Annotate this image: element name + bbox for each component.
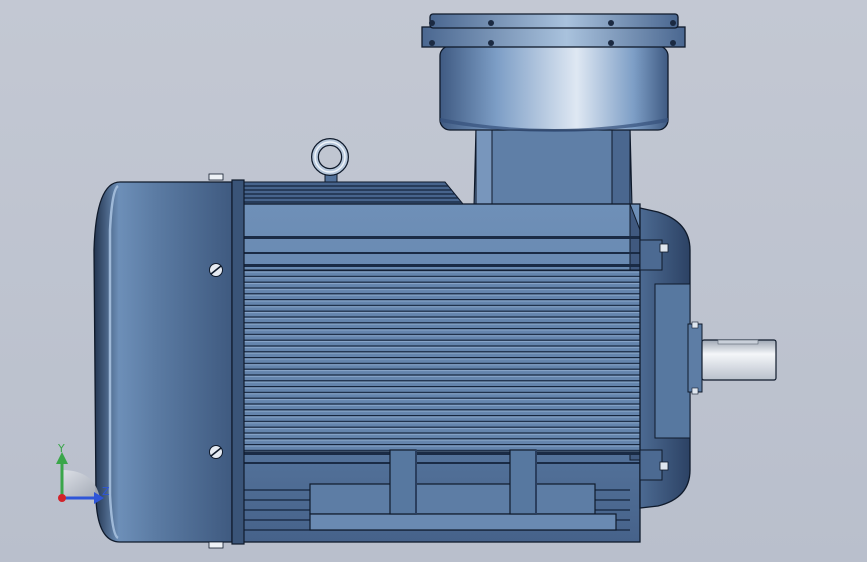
upper-cooling-fins <box>239 181 465 205</box>
motor-model[interactable] <box>0 0 867 562</box>
triad-z-label: Z <box>102 485 110 498</box>
triad-y-label: Y <box>58 442 65 455</box>
fan-cover-screw-top[interactable] <box>209 263 223 277</box>
graphics-viewport[interactable]: Y Z <box>0 0 867 562</box>
terminal-box-support[interactable] <box>473 127 633 209</box>
x-axis-origin <box>58 494 66 502</box>
terminal-box[interactable] <box>421 13 686 132</box>
fan-cover-screw-bottom[interactable] <box>209 445 223 459</box>
drive-end-shield[interactable] <box>639 207 703 509</box>
output-shaft[interactable] <box>701 339 777 381</box>
lifting-eye-bolt[interactable] <box>311 138 349 184</box>
fan-cover[interactable] <box>93 173 245 549</box>
